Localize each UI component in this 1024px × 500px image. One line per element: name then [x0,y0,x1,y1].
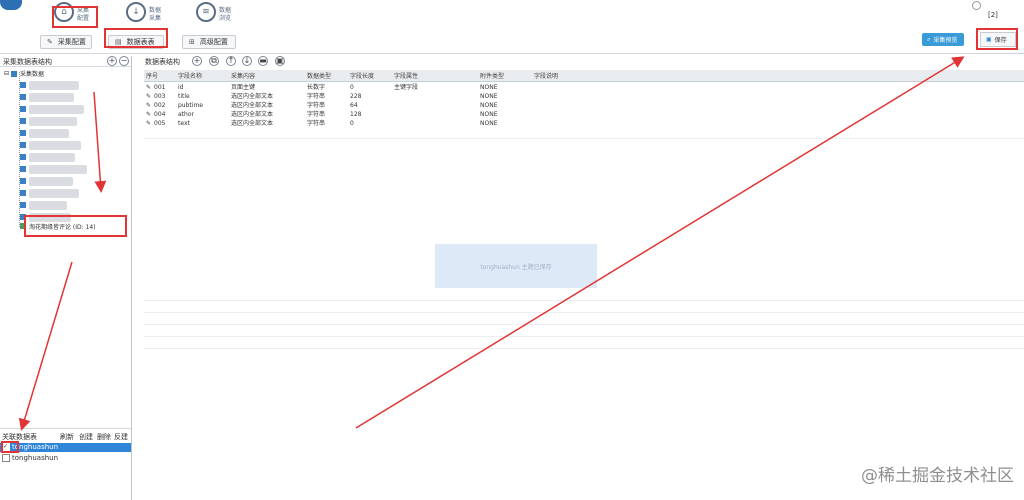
arrow-tree-down [93,91,107,193]
watermark: @稀土掘金技术社区 [861,466,1014,486]
arrow-to-save [355,56,965,429]
arrow-to-related [18,261,73,431]
annotation-arrows [18,56,965,431]
